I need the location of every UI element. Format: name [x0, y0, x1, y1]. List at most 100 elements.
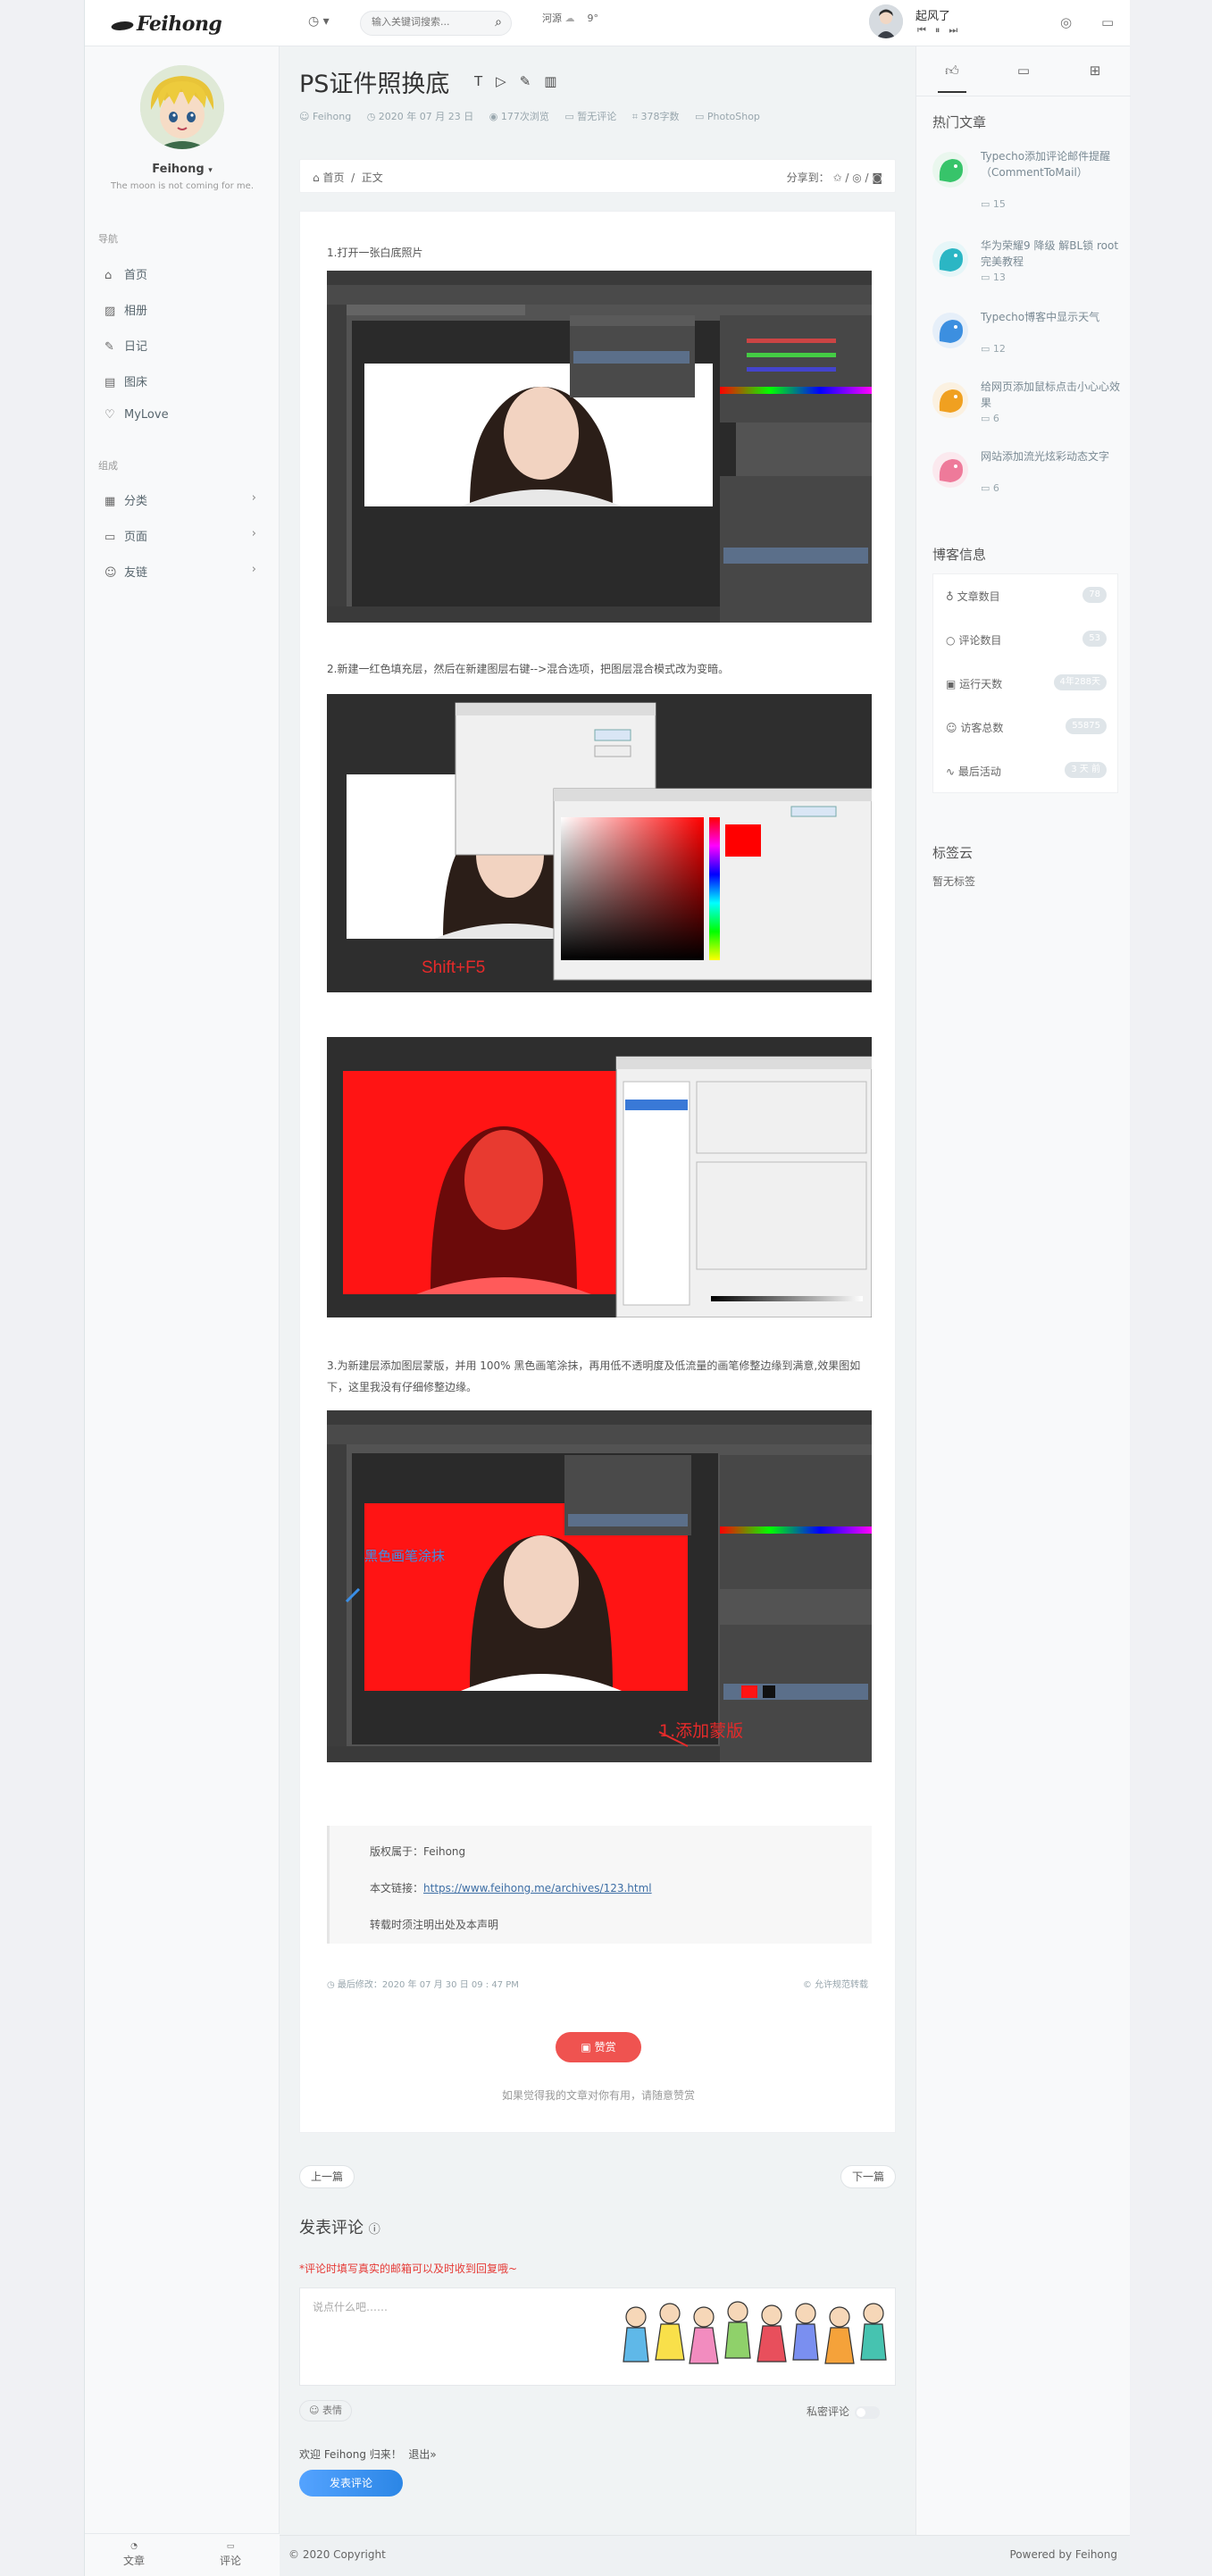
nav-item-home[interactable]: ⌂ 首页 [104, 265, 274, 287]
step1-text: 1.打开一张白底照片 [327, 247, 423, 259]
welcome-text: 欢迎 Feihong 归来！ [299, 2448, 402, 2461]
bottom-tab-articles[interactable]: ◔ 文章 [103, 2539, 165, 2568]
grid-icon: ▦ [104, 495, 116, 508]
reward-button[interactable]: ▣ 赞赏 [556, 2032, 641, 2062]
meta-category[interactable]: ▭ PhotoShop [695, 111, 760, 122]
reward-label: 赞赏 [594, 2041, 616, 2053]
stat-days: ▣ 运行天数 4年288天 [946, 674, 1107, 691]
hot-count-value: 15 [992, 198, 1006, 210]
hot-item[interactable]: Typecho博客中显示天气 ▭ 12 [932, 309, 1120, 373]
sidebar-bottom-tabs: ◔ 文章 ▭ 评论 [85, 2533, 280, 2576]
search-input[interactable] [372, 16, 479, 28]
prev-track-icon[interactable]: ⏮ [917, 24, 935, 36]
stat-badge: 3 天 前 [1065, 762, 1107, 778]
hot-item[interactable]: 华为荣耀9 降级 解BL锁 root完美教程 ▭ 13 [932, 238, 1120, 302]
edit-icon[interactable]: ✎ [520, 73, 545, 89]
private-switch[interactable] [855, 2405, 881, 2419]
stat-articles: ♁ 文章数目 78 [946, 587, 1107, 604]
stat-label: 访客总数 [960, 722, 1004, 734]
last-modified-text: 最后修改：2020 年 07 月 30 日 09 : 47 PM [337, 1980, 519, 1990]
repost-note: 转载时须注明出处及本声明 [370, 1919, 499, 1931]
ps-screenshot-2: Shift+F5 [327, 694, 872, 992]
author-avatar[interactable] [140, 65, 224, 149]
read-mode-icon[interactable]: ▥ [544, 73, 570, 89]
hot-thumb [932, 313, 968, 348]
nav-item-mylove[interactable]: ♡ MyLove [104, 408, 274, 430]
emoji-label: 表情 [322, 2405, 342, 2416]
group-heading: 组成 [98, 460, 118, 472]
author-name[interactable]: Feihong ▾ [85, 163, 280, 176]
post-title: PS证件照换底 [299, 71, 450, 98]
pause-icon[interactable]: ⏸ [935, 24, 949, 36]
stat-label: 最后活动 [957, 765, 1001, 778]
user-icon: ☺ [104, 566, 117, 580]
nav-label: 友链 [124, 566, 148, 580]
nav-item-links[interactable]: ☺ 友链 › [104, 563, 274, 584]
hot-thumb [932, 241, 968, 277]
nav-label: MyLove [124, 408, 169, 422]
message-icon[interactable]: ▭ [1101, 14, 1114, 30]
nav-item-diary[interactable]: ✎ 日记 [104, 337, 274, 358]
stat-label: 评论数目 [958, 634, 1002, 647]
info-icon[interactable]: ⓘ [369, 2223, 380, 2237]
meta-views: ◉ 177次浏览 [489, 111, 549, 122]
music-cover-avatar[interactable] [869, 4, 903, 38]
tab-comments[interactable]: ▭ [988, 63, 1059, 79]
search-icon[interactable]: ⌕ [495, 15, 502, 29]
ps-screenshot-3-figure [327, 1037, 872, 1317]
hot-count: ▭ 6 [981, 482, 999, 494]
tag-heading: 标签云 [932, 845, 974, 861]
stat-badge: 55875 [1066, 718, 1107, 734]
meta-comments[interactable]: ▭ 暂无评论 [564, 111, 616, 122]
play-icon[interactable]: ▷ [496, 73, 520, 89]
clock-dropdown-icon[interactable]: ◷ ▾ [308, 14, 330, 29]
comment-warning: *评论时填写真实的邮箱可以及时收到回复哦~ [299, 2262, 518, 2275]
hot-item[interactable]: Typecho添加评论邮件提醒（CommentToMail） ▭ 15 [932, 148, 1120, 213]
comment-welcome: 欢迎 Feihong 归来！ 退出» [299, 2446, 437, 2462]
nav-item-imagebed[interactable]: ▤ 图床 [104, 372, 274, 394]
reward-tip: 如果觉得我的文章对你有用，请随意赞赏 [501, 2089, 695, 2102]
star-icon[interactable]: ✩ [832, 171, 841, 184]
private-comment-toggle[interactable]: 私密评论 [807, 2404, 881, 2419]
bottom-tab-comments[interactable]: ▭ 评论 [199, 2539, 262, 2568]
tab-hot[interactable]: 👍︎ [916, 63, 988, 93]
tab-gift[interactable]: ⊞ [1059, 63, 1131, 79]
copyright-owner: 版权属于：Feihong [370, 1845, 466, 1858]
page-icon: ▭ [104, 531, 116, 544]
breadcrumb-home[interactable]: 首页 [322, 171, 344, 184]
font-size-icon[interactable]: T [474, 73, 496, 89]
prev-post-button[interactable]: 上一篇 [299, 2165, 355, 2188]
title-tools: T▷✎▥ [474, 73, 570, 89]
next-track-icon[interactable]: ⏭ [949, 24, 966, 36]
post-link[interactable]: https://www.feihong.me/archives/123.html [423, 1882, 652, 1894]
camera-icon[interactable]: ◙ [872, 171, 882, 184]
home-icon: ⌂ [313, 171, 320, 184]
weibo-icon[interactable]: ◎ [852, 171, 861, 184]
target-icon[interactable]: ◎ [1060, 14, 1072, 30]
stat-last-activity: ∿ 最后活动 3 天 前 [946, 762, 1107, 779]
nav-item-category[interactable]: ▦ 分类 › [104, 491, 274, 513]
site-logo[interactable]: Feihong [109, 13, 222, 36]
hot-item[interactable]: 网站添加流光炫彩动态文字 ▭ 6 [932, 448, 1120, 513]
stat-visitors: ☺ 访客总数 55875 [946, 718, 1107, 735]
submit-comment-button[interactable]: 发表评论 [299, 2470, 403, 2497]
meta-author[interactable]: ☺ Feihong [299, 111, 351, 122]
meta-words: ⌗ 378字数 [631, 111, 680, 122]
meta-comments-text: 暂无评论 [577, 111, 617, 122]
chevron-right-icon: › [251, 491, 256, 505]
next-post-button[interactable]: 下一篇 [840, 2165, 897, 2188]
logout-link[interactable]: 退出» [408, 2448, 436, 2461]
edit-icon: ✎ [104, 340, 114, 354]
hot-item[interactable]: 给网页添加鼠标点击小心心效果 ▭ 6 [932, 379, 1120, 443]
comment-textarea[interactable]: 说点什么吧…… [299, 2287, 896, 2386]
nav-item-pages[interactable]: ▭ 页面 › [104, 527, 274, 548]
nav-item-album[interactable]: ▨ 相册 [104, 301, 274, 322]
kids-illustration [623, 2301, 887, 2364]
author-name-text: Feihong [152, 163, 205, 176]
hot-count-value: 13 [992, 272, 1006, 283]
ps-screenshot-3 [327, 1037, 872, 1317]
emoji-button[interactable]: ☺ 表情 [299, 2400, 352, 2421]
top-header: Feihong ◷ ▾ ⌕ 河源 ☁ 9° 起风了 ⏮⏸⏭ ◎ ▭ [85, 0, 1130, 46]
hot-count-value: 12 [992, 343, 1006, 355]
thumbs-up-icon: 👍︎ [945, 63, 959, 79]
